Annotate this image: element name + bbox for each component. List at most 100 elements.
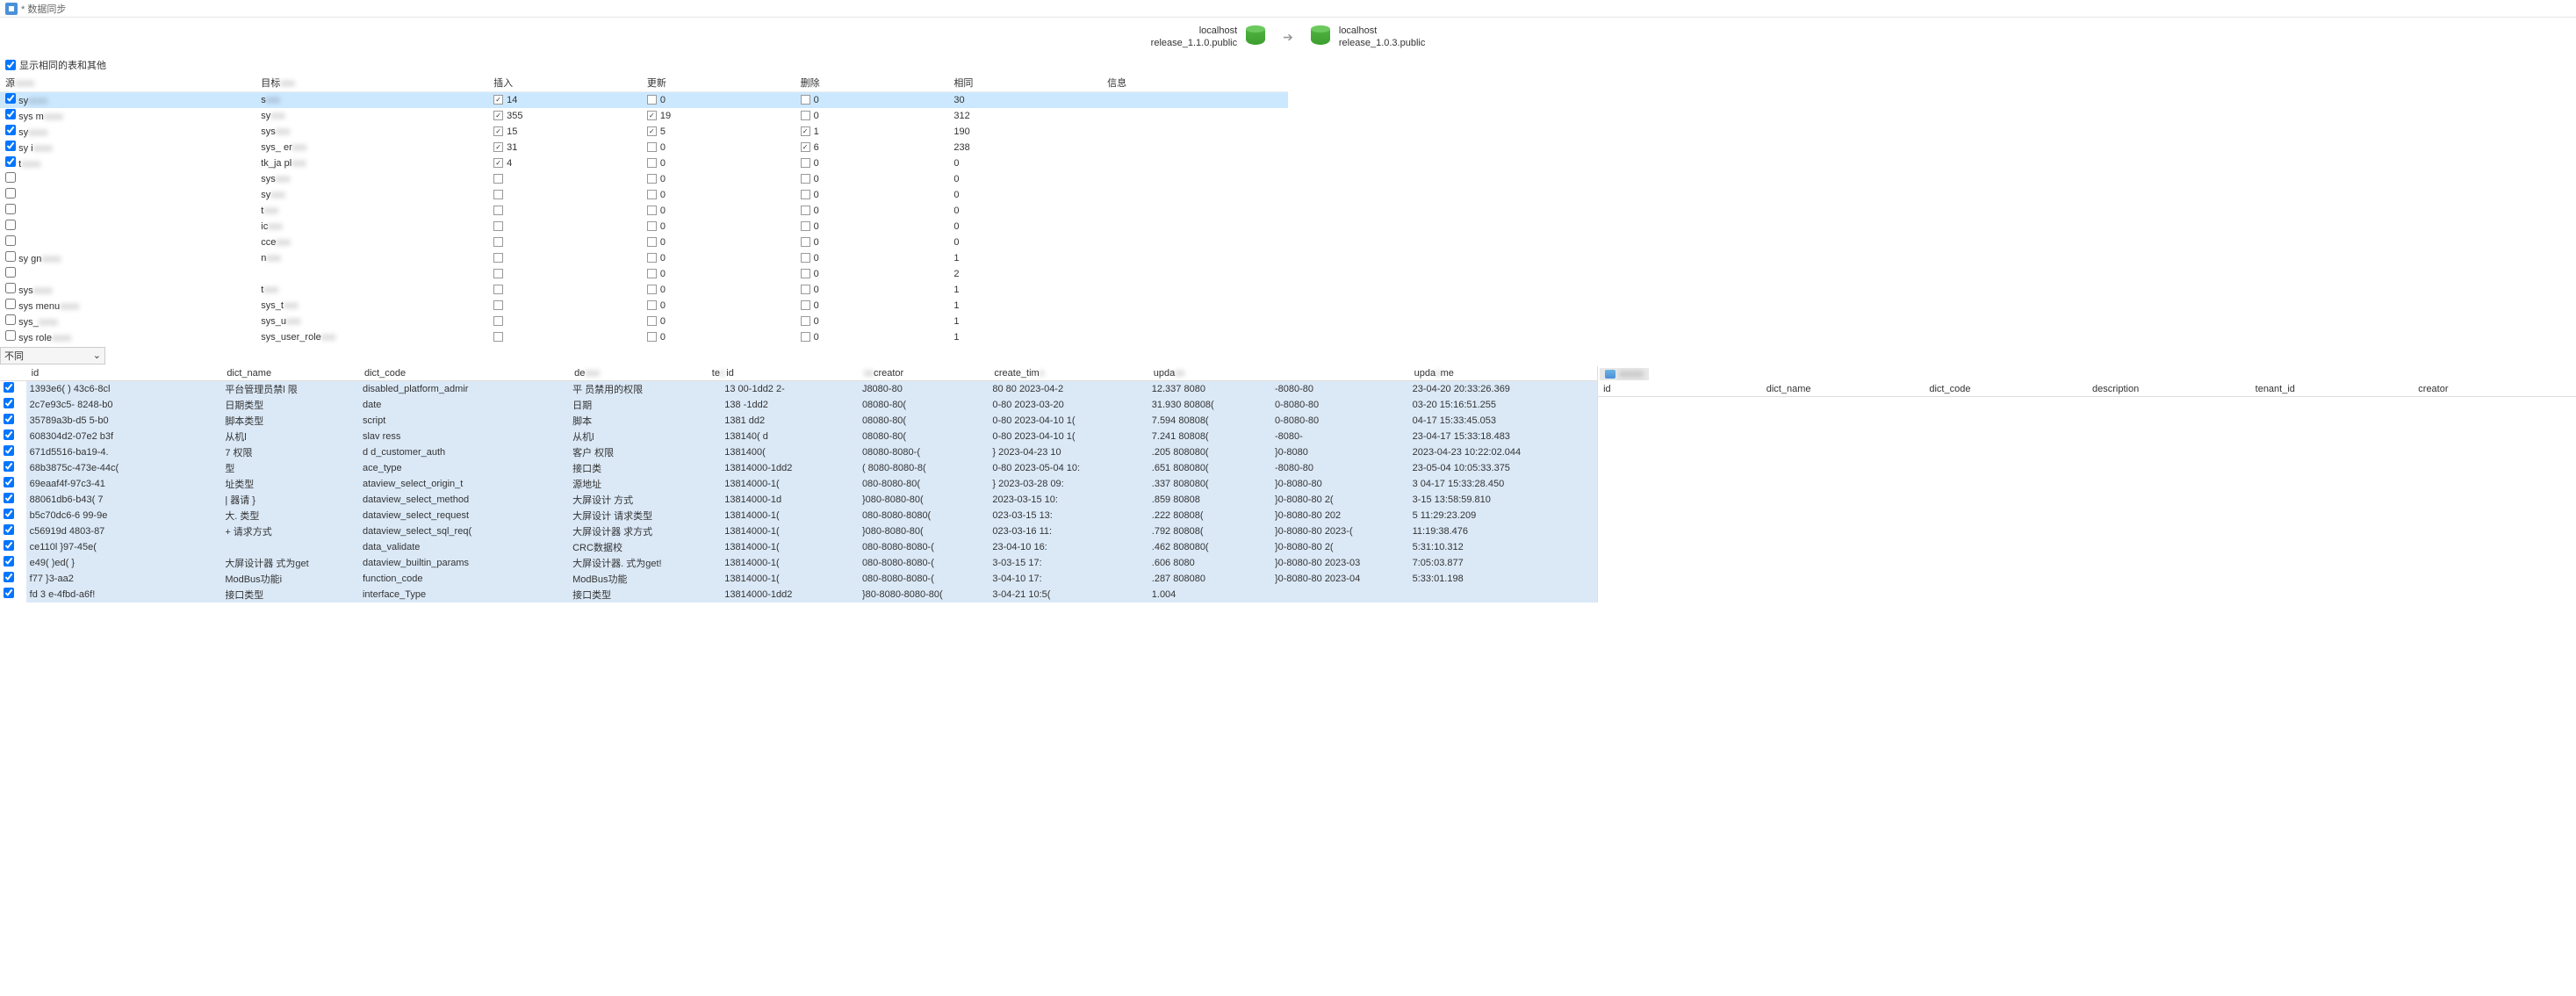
- table-row[interactable]: sys mxxxx syxxx 355 19 0 312: [0, 108, 1288, 124]
- row-checkbox[interactable]: [493, 142, 503, 152]
- table-row[interactable]: sysxxxx txxx 0 0 1: [0, 282, 1288, 298]
- detail-row-checkbox[interactable]: [4, 477, 14, 487]
- row-checkbox[interactable]: [801, 95, 810, 105]
- detail-row-checkbox[interactable]: [4, 572, 14, 582]
- row-checkbox[interactable]: [493, 174, 503, 184]
- row-select-checkbox[interactable]: [5, 188, 16, 198]
- row-checkbox[interactable]: [647, 190, 657, 199]
- row-checkbox[interactable]: [647, 316, 657, 326]
- row-checkbox[interactable]: [493, 95, 503, 105]
- detail-row[interactable]: f77 }3-aa2 ModBus功能i function_code ModBu…: [0, 571, 1597, 587]
- table-row[interactable]: syxxx 0 0 0: [0, 187, 1288, 203]
- row-select-checkbox[interactable]: [5, 267, 16, 278]
- row-checkbox[interactable]: [647, 158, 657, 168]
- table-row[interactable]: syxxxx sysxxx 15 5 1 190: [0, 124, 1288, 140]
- detail-row[interactable]: 1393e6( ) 43c6-8cl 平台管理员禁l 限 disabled_pl…: [0, 380, 1597, 397]
- row-select-checkbox[interactable]: [5, 251, 16, 262]
- row-select-checkbox[interactable]: [5, 330, 16, 341]
- detail-row-checkbox[interactable]: [4, 556, 14, 567]
- row-select-checkbox[interactable]: [5, 299, 16, 309]
- table-row[interactable]: sys menuxxxx sys_txxx 0 0 1: [0, 298, 1288, 314]
- row-checkbox[interactable]: [801, 142, 810, 152]
- row-checkbox[interactable]: [493, 158, 503, 168]
- detail-row[interactable]: 608304d2-07e2 b3f 从机l slav ress 从机l 1381…: [0, 429, 1597, 444]
- row-checkbox[interactable]: [493, 269, 503, 278]
- detail-row[interactable]: fd 3 e-4fbd-a6f! 接口类型 interface_Type 接口类…: [0, 587, 1597, 603]
- row-select-checkbox[interactable]: [5, 314, 16, 325]
- table-row[interactable]: icxxx 0 0 0: [0, 219, 1288, 235]
- row-checkbox[interactable]: [647, 221, 657, 231]
- table-row[interactable]: sy ixxxx sys_ erxxx 31 0 6 238: [0, 140, 1288, 155]
- row-checkbox[interactable]: [493, 190, 503, 199]
- table-row[interactable]: sysxxx 0 0 0: [0, 171, 1288, 187]
- row-checkbox[interactable]: [647, 332, 657, 342]
- row-checkbox[interactable]: [801, 300, 810, 310]
- row-select-checkbox[interactable]: [5, 172, 16, 183]
- row-checkbox[interactable]: [801, 269, 810, 278]
- row-checkbox[interactable]: [801, 190, 810, 199]
- row-checkbox[interactable]: [801, 158, 810, 168]
- table-row[interactable]: ccexxx 0 0 0: [0, 235, 1288, 250]
- row-select-checkbox[interactable]: [5, 125, 16, 135]
- detail-row[interactable]: c56919d 4803-87 + 请求方式 dataview_select_s…: [0, 523, 1597, 539]
- detail-row-checkbox[interactable]: [4, 445, 14, 456]
- row-checkbox[interactable]: [801, 174, 810, 184]
- row-checkbox[interactable]: [493, 111, 503, 120]
- show-same-checkbox[interactable]: [5, 60, 16, 70]
- detail-row-checkbox[interactable]: [4, 461, 14, 472]
- detail-row-checkbox[interactable]: [4, 398, 14, 408]
- detail-row-checkbox[interactable]: [4, 540, 14, 551]
- row-checkbox[interactable]: [647, 269, 657, 278]
- row-checkbox[interactable]: [801, 253, 810, 263]
- detail-row[interactable]: e49( )ed( } 大屏设计器 式为get dataview_builtin…: [0, 555, 1597, 571]
- row-checkbox[interactable]: [493, 206, 503, 215]
- row-select-checkbox[interactable]: [5, 109, 16, 119]
- table-row[interactable]: sys rolexxxx sys_user_rolexxx 0 0 1: [0, 329, 1288, 345]
- row-checkbox[interactable]: [801, 126, 810, 136]
- row-checkbox[interactable]: [647, 95, 657, 105]
- right-table-tag[interactable]: xxxxx: [1600, 368, 1649, 380]
- table-row[interactable]: sy gnxxxx nxxx 0 0 1: [0, 250, 1288, 266]
- detail-row[interactable]: 88061db6-b43( 7 | 器请 } dataview_select_m…: [0, 492, 1597, 508]
- row-select-checkbox[interactable]: [5, 235, 16, 246]
- detail-row-checkbox[interactable]: [4, 493, 14, 503]
- row-select-checkbox[interactable]: [5, 204, 16, 214]
- detail-row[interactable]: b5c70dc6-6 99-9e 大. 类型 dataview_select_r…: [0, 508, 1597, 523]
- row-checkbox[interactable]: [647, 174, 657, 184]
- row-checkbox[interactable]: [647, 206, 657, 215]
- detail-row[interactable]: 35789a3b-d5 5-b0 脚本类型 script 脚本 1381 dd2…: [0, 413, 1597, 429]
- row-checkbox[interactable]: [801, 237, 810, 247]
- table-row[interactable]: txxxx tk_ja plxxx 4 0 0 0: [0, 155, 1288, 171]
- row-checkbox[interactable]: [493, 285, 503, 294]
- detail-row[interactable]: 68b3875c-473e-44c( 型 ace_type 接口类 138140…: [0, 460, 1597, 476]
- row-checkbox[interactable]: [801, 221, 810, 231]
- row-checkbox[interactable]: [647, 253, 657, 263]
- row-checkbox[interactable]: [493, 237, 503, 247]
- row-checkbox[interactable]: [801, 285, 810, 294]
- row-checkbox[interactable]: [493, 253, 503, 263]
- row-checkbox[interactable]: [647, 285, 657, 294]
- row-select-checkbox[interactable]: [5, 93, 16, 104]
- row-checkbox[interactable]: [647, 237, 657, 247]
- row-checkbox[interactable]: [801, 316, 810, 326]
- detail-row-checkbox[interactable]: [4, 509, 14, 519]
- row-checkbox[interactable]: [801, 206, 810, 215]
- table-row[interactable]: syxxxx sxxx 14 0 0 30: [0, 92, 1288, 108]
- row-checkbox[interactable]: [647, 126, 657, 136]
- filter-dropdown[interactable]: 不同 ⌄: [0, 347, 105, 364]
- table-row[interactable]: 0 0 2: [0, 266, 1288, 282]
- table-row[interactable]: txxx 0 0 0: [0, 203, 1288, 219]
- row-checkbox[interactable]: [801, 332, 810, 342]
- detail-row[interactable]: ce110l }97-45e( data_validate CRC数据校 138…: [0, 539, 1597, 555]
- detail-row-checkbox[interactable]: [4, 429, 14, 440]
- row-select-checkbox[interactable]: [5, 141, 16, 151]
- row-checkbox[interactable]: [493, 316, 503, 326]
- detail-row-checkbox[interactable]: [4, 414, 14, 424]
- row-checkbox[interactable]: [801, 111, 810, 120]
- table-row[interactable]: sys_xxxx sys_uxxx 0 0 1: [0, 314, 1288, 329]
- row-checkbox[interactable]: [493, 300, 503, 310]
- row-select-checkbox[interactable]: [5, 283, 16, 293]
- row-select-checkbox[interactable]: [5, 220, 16, 230]
- row-checkbox[interactable]: [647, 111, 657, 120]
- row-select-checkbox[interactable]: [5, 156, 16, 167]
